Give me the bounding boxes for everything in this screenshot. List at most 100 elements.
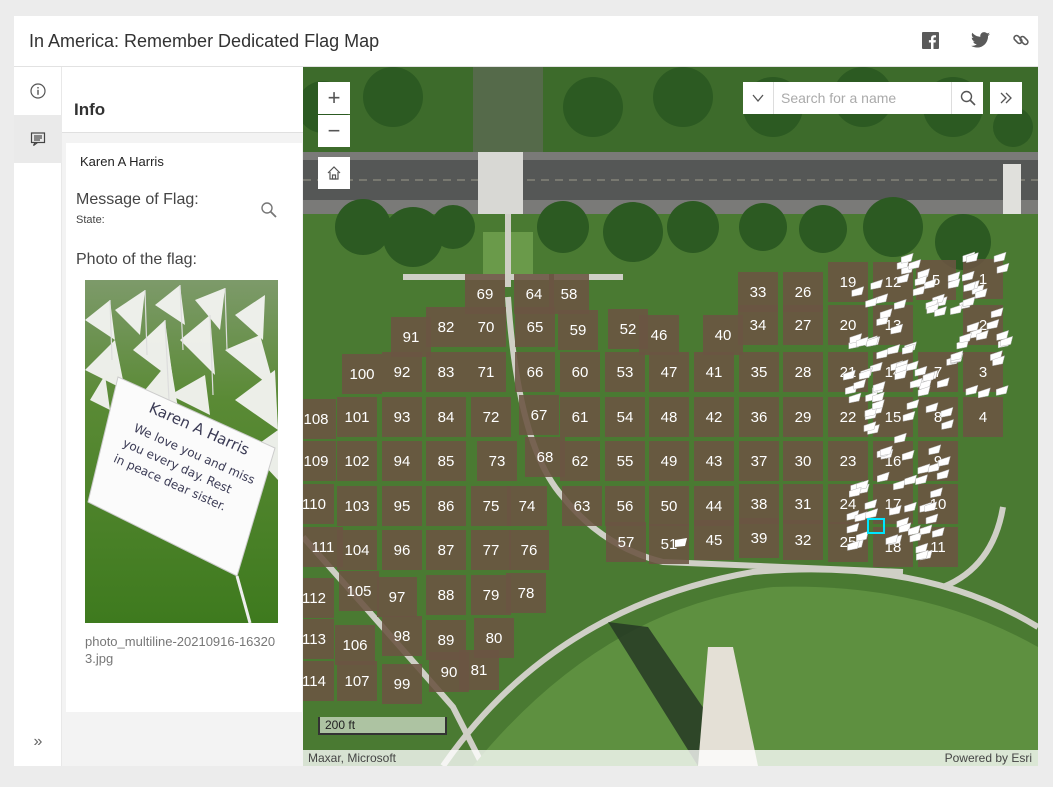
zoom-out-button[interactable]: −	[318, 115, 350, 147]
expand-panel-button[interactable]: »	[14, 718, 62, 766]
plot-93[interactable]: 93	[382, 397, 422, 437]
plot-54[interactable]: 54	[605, 397, 645, 437]
plot-92[interactable]: 92	[382, 352, 422, 392]
plot-label: 36	[751, 409, 768, 426]
flag-photo[interactable]: Karen A Harris We love you and miss you …	[85, 280, 278, 623]
plot-60[interactable]: 60	[560, 352, 600, 392]
zoom-in-button[interactable]: +	[318, 82, 350, 114]
search-source-dropdown[interactable]	[743, 82, 774, 114]
plot-99[interactable]: 99	[382, 664, 422, 704]
plot-43[interactable]: 43	[694, 441, 734, 481]
plot-4[interactable]: 4	[963, 397, 1003, 437]
plot-79[interactable]: 79	[471, 575, 511, 615]
info-tab-button[interactable]	[14, 67, 62, 115]
plot-45[interactable]: 45	[694, 520, 734, 560]
plot-81[interactable]: 81	[459, 650, 499, 690]
search-input[interactable]	[775, 82, 951, 114]
plot-68[interactable]: 68	[525, 437, 565, 477]
plot-55[interactable]: 55	[605, 441, 645, 481]
plot-36[interactable]: 36	[739, 397, 779, 437]
plot-107[interactable]: 107	[337, 661, 377, 701]
plot-102[interactable]: 102	[337, 441, 377, 481]
plot-22[interactable]: 22	[828, 397, 868, 437]
plot-114[interactable]: 114	[303, 661, 334, 701]
plot-82[interactable]: 82	[426, 307, 466, 347]
twitter-share-button[interactable]	[970, 30, 990, 50]
plot-49[interactable]: 49	[649, 441, 689, 481]
plot-62[interactable]: 62	[560, 441, 600, 481]
plot-100[interactable]: 100	[342, 354, 382, 394]
expand-toolbar-button[interactable]	[990, 82, 1022, 114]
plot-94[interactable]: 94	[382, 441, 422, 481]
plot-47[interactable]: 47	[649, 352, 689, 392]
map-view[interactable]: 6964583326191251918270655952464034272013…	[303, 67, 1038, 766]
plot-77[interactable]: 77	[471, 530, 511, 570]
plot-85[interactable]: 85	[426, 441, 466, 481]
plot-113[interactable]: 113	[303, 619, 334, 659]
plot-63[interactable]: 63	[562, 486, 602, 526]
plot-76[interactable]: 76	[509, 530, 549, 570]
plot-27[interactable]: 27	[783, 305, 823, 345]
plot-108[interactable]: 108	[303, 399, 336, 439]
plot-31[interactable]: 31	[783, 484, 823, 524]
plot-112[interactable]: 112	[303, 578, 334, 618]
plot-57[interactable]: 57	[606, 522, 646, 562]
plot-110[interactable]: 110	[303, 484, 334, 524]
plot-98[interactable]: 98	[382, 616, 422, 656]
plot-34[interactable]: 34	[738, 305, 778, 345]
plot-73[interactable]: 73	[477, 441, 517, 481]
copy-link-button[interactable]	[1011, 30, 1031, 50]
plot-40[interactable]: 40	[703, 315, 743, 355]
plot-74[interactable]: 74	[507, 486, 547, 526]
plot-23[interactable]: 23	[828, 441, 868, 481]
plot-46[interactable]: 46	[639, 315, 679, 355]
plot-91[interactable]: 91	[391, 317, 431, 357]
plot-39[interactable]: 39	[739, 518, 779, 558]
plot-16[interactable]: 16	[873, 441, 913, 481]
plot-19[interactable]: 19	[828, 262, 868, 302]
plot-78[interactable]: 78	[506, 573, 546, 613]
plot-95[interactable]: 95	[382, 486, 422, 526]
plot-53[interactable]: 53	[605, 352, 645, 392]
powered-by-esri[interactable]: Powered by Esri	[945, 751, 1032, 765]
zoom-to-button[interactable]	[260, 201, 280, 221]
plot-72[interactable]: 72	[471, 397, 511, 437]
plot-105[interactable]: 105	[339, 571, 379, 611]
plot-101[interactable]: 101	[337, 397, 377, 437]
plot-86[interactable]: 86	[426, 486, 466, 526]
plot-84[interactable]: 84	[426, 397, 466, 437]
search-button[interactable]	[951, 82, 983, 114]
plot-32[interactable]: 32	[783, 520, 823, 560]
plot-106[interactable]: 106	[335, 625, 375, 665]
plot-70[interactable]: 70	[466, 307, 506, 347]
plot-35[interactable]: 35	[739, 352, 779, 392]
plot-30[interactable]: 30	[783, 441, 823, 481]
plot-66[interactable]: 66	[515, 352, 555, 392]
plot-104[interactable]: 104	[337, 530, 377, 570]
plot-29[interactable]: 29	[783, 397, 823, 437]
plot-75[interactable]: 75	[471, 486, 511, 526]
popup-tab-button[interactable]	[14, 115, 62, 163]
plot-83[interactable]: 83	[426, 352, 466, 392]
plot-65[interactable]: 65	[515, 307, 555, 347]
plot-59[interactable]: 59	[558, 310, 598, 350]
plot-88[interactable]: 88	[426, 575, 466, 615]
plot-41[interactable]: 41	[694, 352, 734, 392]
plot-28[interactable]: 28	[783, 352, 823, 392]
plot-87[interactable]: 87	[426, 530, 466, 570]
plot-48[interactable]: 48	[649, 397, 689, 437]
plot-96[interactable]: 96	[382, 530, 422, 570]
plot-label: 86	[438, 498, 455, 515]
plot-97[interactable]: 97	[377, 577, 417, 617]
plot-42[interactable]: 42	[694, 397, 734, 437]
plot-103[interactable]: 103	[337, 486, 377, 526]
plot-61[interactable]: 61	[560, 397, 600, 437]
plot-56[interactable]: 56	[605, 486, 645, 526]
facebook-share-button[interactable]	[920, 30, 940, 50]
plot-37[interactable]: 37	[739, 441, 779, 481]
plot-67[interactable]: 67	[519, 395, 559, 435]
plot-50[interactable]: 50	[649, 486, 689, 526]
plot-109[interactable]: 109	[303, 441, 336, 481]
plot-71[interactable]: 71	[466, 352, 506, 392]
home-button[interactable]	[318, 157, 350, 189]
